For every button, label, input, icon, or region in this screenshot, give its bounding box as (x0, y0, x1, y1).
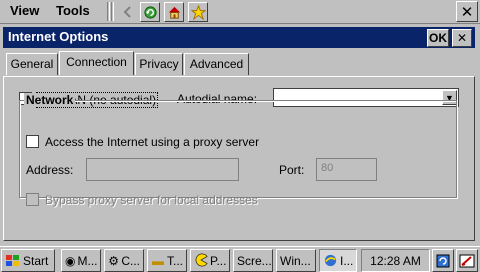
tab-general[interactable]: General (6, 53, 58, 75)
folder-icon: ▬ (151, 253, 164, 268)
tab-connection[interactable]: Connection (59, 51, 134, 75)
desktop-button[interactable] (456, 249, 478, 272)
favorites-star-icon[interactable] (188, 2, 208, 22)
close-window-button[interactable]: ✕ (456, 1, 478, 22)
taskbar: Start ◉ M... ⚙ C... ▬ T... P... Scre... Win… (0, 246, 480, 272)
tab-advanced[interactable]: Advanced (184, 53, 249, 75)
proxy-label: Access the Internet using a proxy server (45, 135, 260, 149)
taskbar-item-label: T... (166, 253, 183, 268)
bypass-label: Bypass proxy server for local addresses (45, 193, 258, 207)
bypass-checkbox[interactable] (26, 193, 39, 206)
port-value: 80 (321, 162, 334, 174)
taskbar-item-label: C... (121, 253, 140, 268)
taskbar-item-media[interactable]: ◉ M... (61, 249, 101, 272)
dialog-titlebar: Internet Options OK ✕ (3, 27, 475, 48)
start-button[interactable]: Start (1, 249, 55, 272)
taskbar-item-label: Win... (280, 253, 311, 268)
switch-window-button[interactable] (432, 249, 454, 272)
network-groupbox (19, 100, 457, 198)
tab-privacy[interactable]: Privacy (135, 53, 183, 75)
control-panel-icon: ⚙ (108, 253, 120, 268)
show-desktop-icon (459, 253, 475, 269)
toolbar-grip (107, 2, 110, 21)
proxy-checkbox[interactable] (26, 135, 39, 148)
taskbar-item-windows[interactable]: Win... (276, 249, 316, 272)
internet-explorer-icon (323, 253, 338, 269)
address-field[interactable] (86, 158, 239, 181)
address-label: Address: (26, 163, 74, 177)
back-arrow-icon[interactable] (118, 2, 138, 22)
home-icon[interactable] (164, 2, 184, 22)
network-group-title: Network (24, 93, 76, 107)
refresh-icon[interactable] (140, 2, 160, 22)
taskbar-item-control-panel[interactable]: ⚙ C... (104, 249, 144, 272)
taskbar-item-label: M... (77, 253, 98, 268)
command-bar: View Tools ✕ (0, 0, 480, 24)
port-field[interactable]: 80 (316, 158, 377, 181)
taskbar-item-label: I... (340, 253, 354, 268)
start-label: Start (23, 253, 49, 268)
taskbar-item-label: P... (210, 253, 227, 268)
ok-button[interactable]: OK (427, 29, 449, 47)
media-icon: ◉ (65, 253, 76, 268)
taskbar-clock[interactable]: 12:28 AM (361, 249, 430, 272)
pacman-icon (194, 253, 208, 269)
taskbar-item-folder[interactable]: ▬ T... (147, 249, 187, 272)
toolbar-grip (111, 2, 114, 21)
taskbar-item-internet-explorer[interactable]: I... (319, 249, 357, 272)
menu-view[interactable]: View (10, 3, 39, 18)
taskbar-item-game[interactable]: P... (190, 249, 230, 272)
port-label: Port: (279, 163, 305, 177)
dialog-close-button[interactable]: ✕ (452, 29, 472, 47)
switch-window-icon (435, 253, 451, 269)
taskbar-item-screen[interactable]: Scre... (233, 249, 273, 272)
taskbar-item-label: Scre... (237, 253, 272, 268)
windows-logo-icon (5, 253, 21, 269)
menu-tools[interactable]: Tools (56, 3, 90, 18)
dialog-title: Internet Options (8, 29, 109, 44)
